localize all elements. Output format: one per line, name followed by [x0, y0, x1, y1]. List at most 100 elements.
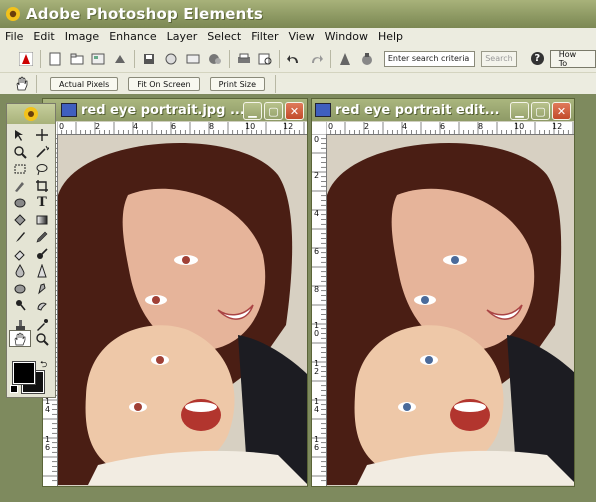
image-canvas[interactable]	[58, 135, 307, 486]
browse-icon[interactable]	[91, 51, 107, 67]
document-window-edited[interactable]: red eye portrait edit... ▁ ▢ ✕ 0 2 4 6 8…	[311, 98, 575, 487]
maximize-button[interactable]: ▢	[531, 102, 550, 120]
menu-edit[interactable]: Edit	[28, 30, 59, 43]
fit-on-screen-button[interactable]: Fit On Screen	[128, 77, 200, 91]
clone-stamp-icon[interactable]	[9, 319, 31, 330]
toolbar-separator	[134, 49, 136, 68]
toolbar-separator	[330, 49, 332, 68]
save-icon[interactable]	[141, 51, 157, 67]
type-tool-icon[interactable]: T	[31, 194, 53, 211]
move-tool-icon[interactable]	[9, 126, 31, 143]
ruler-label: 6	[440, 122, 446, 131]
attach-email-icon[interactable]	[185, 51, 201, 67]
minimize-button[interactable]: ▁	[243, 102, 262, 120]
ruler-label: 12	[283, 122, 294, 131]
online-services-icon[interactable]	[207, 51, 223, 67]
document-title-bar[interactable]: red eye portrait edit... ▁ ▢ ✕	[312, 99, 574, 121]
zoom-tool-icon[interactable]	[9, 143, 31, 160]
ruler-label: 8	[314, 285, 320, 294]
hand-tool-icon[interactable]	[9, 330, 31, 347]
toolbox: T ⮌	[6, 103, 56, 398]
portrait-photo-original	[58, 135, 307, 485]
toolbar-separator	[275, 75, 276, 93]
gradient-tool-icon[interactable]	[31, 211, 53, 228]
shape-tool-icon[interactable]	[9, 194, 31, 211]
color-variations-icon[interactable]	[337, 51, 353, 67]
sponge-tool-icon[interactable]	[9, 279, 31, 296]
print-preview-icon[interactable]	[258, 51, 274, 67]
paint-bucket-icon[interactable]	[9, 211, 31, 228]
search-input[interactable]: Enter search criteria	[383, 50, 476, 67]
move-arrows-icon[interactable]	[31, 126, 53, 143]
ruler-label: 1 2	[314, 359, 320, 376]
ruler-label: 12	[552, 122, 563, 131]
maximize-button[interactable]: ▢	[264, 102, 283, 120]
ruler-label: 1 6	[314, 435, 320, 452]
image-canvas[interactable]	[327, 135, 574, 486]
foreground-color-swatch[interactable]	[12, 361, 36, 385]
print-size-button[interactable]: Print Size	[209, 77, 265, 91]
ruler-label: 0	[328, 122, 334, 131]
eyedropper-icon[interactable]	[31, 318, 53, 331]
blur-tool-icon[interactable]	[9, 262, 31, 279]
dodge-tool-icon[interactable]	[9, 296, 31, 313]
menu-help[interactable]: Help	[373, 30, 408, 43]
search-button[interactable]: Search	[481, 50, 517, 67]
open-file-icon[interactable]	[69, 51, 85, 67]
pencil-tool-icon[interactable]	[31, 228, 53, 245]
menu-file[interactable]: File	[0, 30, 28, 43]
ruler-label: 4	[314, 209, 320, 218]
image-document-icon	[315, 103, 331, 117]
menu-window[interactable]: Window	[320, 30, 373, 43]
step-forward-icon[interactable]	[308, 51, 324, 67]
ruler-label: 2	[364, 122, 370, 131]
ruler-label: 1 6	[45, 435, 51, 452]
vertical-ruler: 0 2 4 6 8 1 0 1 2 1 4 1 6	[312, 133, 327, 486]
save-for-web-icon[interactable]	[163, 51, 179, 67]
import-icon[interactable]	[112, 51, 128, 67]
ruler-label: 4	[133, 122, 139, 131]
sunflower-logo-icon	[5, 6, 21, 22]
close-button[interactable]: ✕	[552, 102, 571, 120]
menu-bar: File Edit Image Enhance Layer Select Fil…	[0, 28, 596, 46]
magic-wand-icon[interactable]	[31, 143, 53, 160]
how-to-tab[interactable]: How To	[549, 49, 596, 68]
minimize-button[interactable]: ▁	[510, 102, 529, 120]
document-window-original[interactable]: red eye portrait.jpg ... ▁ ▢ ✕ 0 2 4 6 8…	[42, 98, 308, 487]
default-colors-icon[interactable]	[10, 385, 18, 393]
lasso-tool-icon[interactable]	[31, 160, 53, 177]
toolbox-header[interactable]	[7, 104, 55, 124]
zoom-tool-icon[interactable]	[31, 330, 53, 347]
close-button[interactable]: ✕	[285, 102, 304, 120]
actual-pixels-button[interactable]: Actual Pixels	[50, 77, 119, 91]
toolbar-separator	[36, 75, 37, 93]
menu-layer[interactable]: Layer	[162, 30, 203, 43]
adobe-logo-icon[interactable]	[18, 51, 34, 67]
marquee-tool-icon[interactable]	[9, 160, 31, 177]
print-icon[interactable]	[236, 51, 252, 67]
menu-filter[interactable]: Filter	[246, 30, 283, 43]
crop-tool-icon[interactable]	[31, 177, 53, 194]
menu-image[interactable]: Image	[60, 30, 104, 43]
document-title-bar[interactable]: red eye portrait.jpg ... ▁ ▢ ✕	[43, 99, 307, 121]
menu-enhance[interactable]: Enhance	[104, 30, 161, 43]
ruler-label: 2	[314, 171, 320, 180]
red-eye-brush-icon[interactable]	[31, 245, 53, 262]
step-backward-icon[interactable]	[286, 51, 302, 67]
selection-brush-icon[interactable]	[9, 177, 31, 194]
sharpen-tool-icon[interactable]	[31, 262, 53, 279]
sunflower-logo-icon	[24, 107, 38, 121]
menu-view[interactable]: View	[283, 30, 319, 43]
hand-tool-icon	[14, 76, 30, 92]
burn-tool-icon[interactable]	[31, 296, 53, 313]
help-icon[interactable]: ?	[530, 52, 544, 65]
toolbar-separator	[228, 49, 230, 68]
eraser-tool-icon[interactable]	[9, 245, 31, 262]
new-file-icon[interactable]	[47, 51, 63, 67]
menu-select[interactable]: Select	[202, 30, 246, 43]
recipes-icon[interactable]	[359, 51, 375, 67]
smudge-tool-icon[interactable]	[31, 279, 53, 296]
ruler-label: 10	[245, 122, 256, 131]
shortcuts-toolbar: Enter search criteria Search ? How To	[0, 45, 596, 72]
brush-tool-icon[interactable]	[9, 228, 31, 245]
